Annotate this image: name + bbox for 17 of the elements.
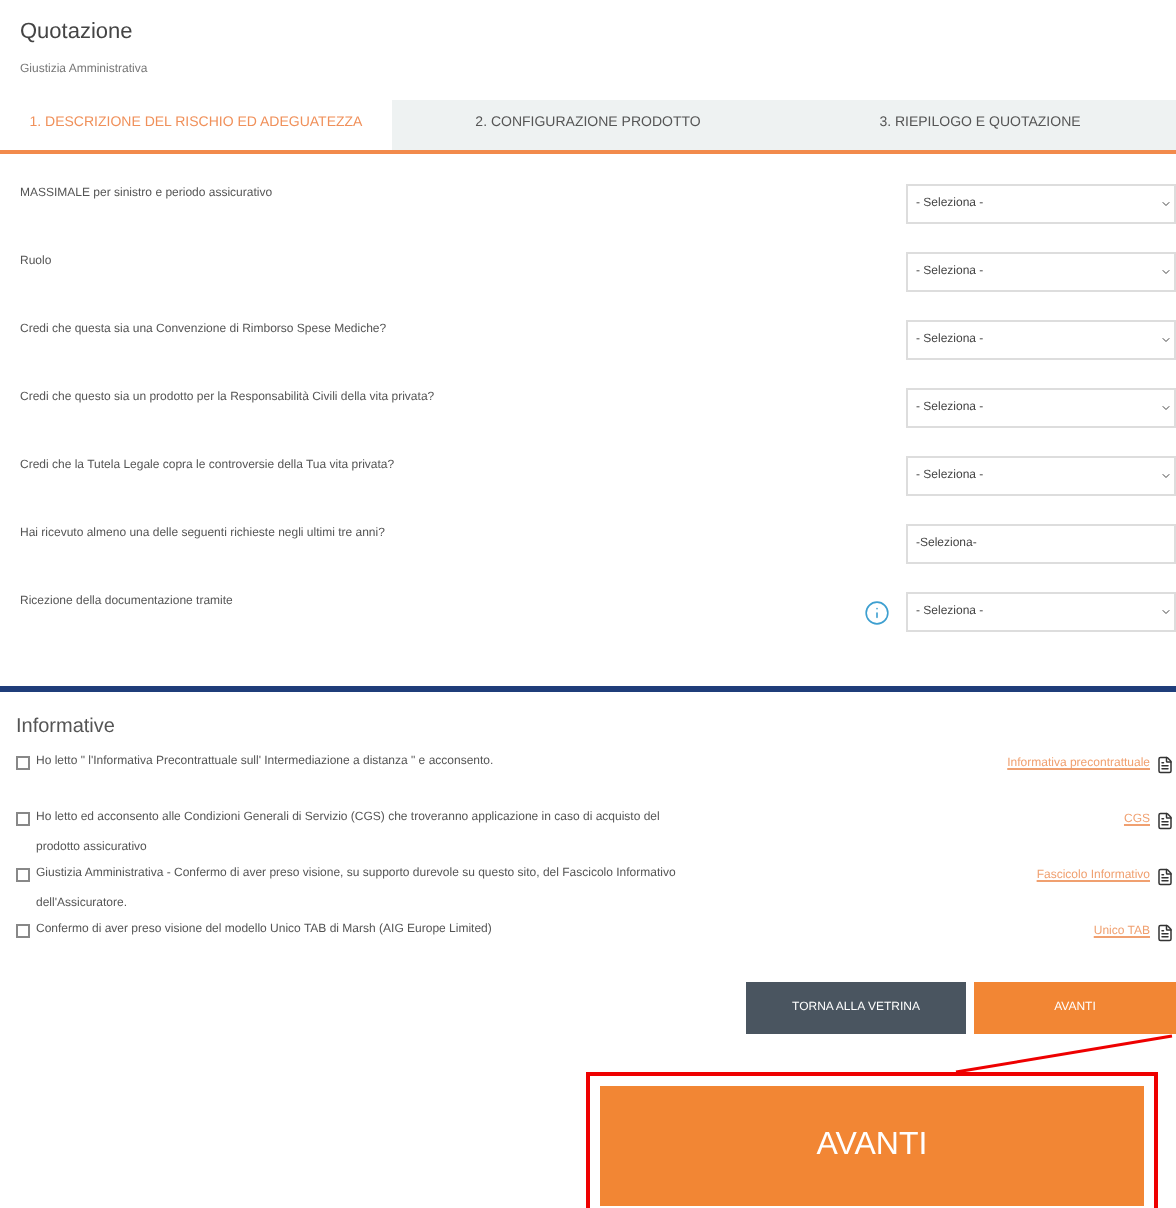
caret-icon <box>1160 334 1172 346</box>
document-icon[interactable] <box>1156 810 1174 832</box>
info-icon[interactable] <box>864 599 890 625</box>
caret-icon <box>1160 198 1172 210</box>
checkbox[interactable] <box>16 924 30 938</box>
caret-icon <box>1160 606 1172 618</box>
section-title: Informative <box>16 714 117 742</box>
caret-icon <box>1160 470 1172 482</box>
document-icon[interactable] <box>1156 866 1174 888</box>
checkbox[interactable] <box>16 868 30 882</box>
checkbox[interactable] <box>16 756 30 770</box>
checkbox[interactable] <box>16 812 30 826</box>
caret-icon <box>1160 402 1172 414</box>
page-title: Quotazione <box>20 18 135 48</box>
document-icon[interactable] <box>1156 754 1174 776</box>
document-icon[interactable] <box>1156 922 1174 944</box>
caret-icon <box>1160 266 1172 278</box>
